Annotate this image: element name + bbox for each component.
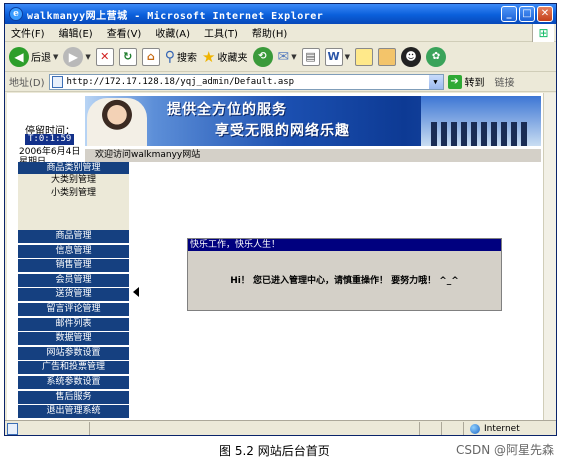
category-panel: 商品类别管理 大类别管理 小类别管理 bbox=[18, 162, 129, 232]
page-content: 停留时间： T:0:1:59 2006年6月4日 星期日 提供全方位的服务 享受… bbox=[7, 93, 543, 420]
admin-menu: 商品管理 信息管理 销售管理 会员管理 送货管理 留言评论管理 邮件列表 数据管… bbox=[18, 230, 129, 420]
ie-logo-icon: e bbox=[9, 7, 23, 21]
word-icon: W bbox=[324, 47, 343, 66]
category-header[interactable]: 商品类别管理 bbox=[18, 162, 129, 174]
window-title: walkmanyy网上营城 - Microsoft Internet Explo… bbox=[27, 10, 324, 22]
print-icon[interactable]: ▤ bbox=[301, 47, 320, 66]
close-button[interactable]: ✕ bbox=[537, 6, 553, 22]
menu-favorites[interactable]: 收藏(A) bbox=[155, 25, 190, 40]
banner-line2: 享受无限的网络乐趣 bbox=[215, 123, 350, 139]
page-icon bbox=[51, 75, 63, 88]
browser-window: e walkmanyy网上营城 - Microsoft Internet Exp… bbox=[4, 3, 557, 436]
clock-value: T:0:1:59 bbox=[25, 134, 75, 145]
refresh-icon[interactable]: ↻ bbox=[118, 47, 137, 66]
chevron-down-icon: ▼ bbox=[344, 52, 351, 61]
menu-item-ads-votes[interactable]: 广告和投票管理 bbox=[18, 361, 129, 375]
menu-bar: 文件(F) 编辑(E) 查看(V) 收藏(A) 工具(T) 帮助(H) ⊞ bbox=[5, 24, 556, 42]
collapse-sidebar-icon[interactable] bbox=[133, 287, 139, 297]
back-label: 后退 bbox=[31, 53, 51, 64]
category-item[interactable]: 小类别管理 bbox=[18, 187, 129, 200]
edit-button[interactable]: W ▼ bbox=[324, 47, 351, 66]
menu-item-delivery[interactable]: 送货管理 bbox=[18, 288, 129, 302]
toolbar: ◀ 后退 ▼ ▶ ▼ ✕ ↻ ⌂ ⚲ 搜索 ★ 收藏夹 ⟲ ✉ ▼ ▤ W ▼ bbox=[5, 42, 556, 72]
search-icon: ⚲ bbox=[164, 48, 176, 65]
chevron-down-icon: ▼ bbox=[85, 52, 91, 61]
back-button[interactable]: ◀ 后退 ▼ bbox=[9, 46, 59, 67]
menu-item-sales[interactable]: 销售管理 bbox=[18, 259, 129, 273]
favorites-button[interactable]: ★ 收藏夹 bbox=[202, 48, 247, 66]
search-label: 搜索 bbox=[177, 53, 198, 64]
menu-item-info[interactable]: 信息管理 bbox=[18, 244, 129, 258]
go-button[interactable]: ➔ 转到 bbox=[447, 74, 485, 89]
forward-arrow-icon: ▶ bbox=[63, 46, 84, 67]
menu-item-site-params[interactable]: 网站参数设置 bbox=[18, 346, 129, 360]
vertical-scrollbar[interactable] bbox=[543, 93, 556, 420]
address-url: http://172.17.128.18/yqj_admin/Default.a… bbox=[66, 76, 295, 87]
banner-person-image bbox=[87, 98, 147, 146]
menu-tools[interactable]: 工具(T) bbox=[204, 25, 238, 40]
minimize-button[interactable]: _ bbox=[501, 6, 517, 22]
menu-edit[interactable]: 编辑(E) bbox=[59, 25, 93, 40]
mail-button[interactable]: ✉ ▼ bbox=[278, 49, 297, 65]
menu-item-system-params[interactable]: 系统参数设置 bbox=[18, 375, 129, 389]
menu-file[interactable]: 文件(F) bbox=[11, 25, 45, 40]
maximize-button[interactable]: □ bbox=[519, 6, 535, 22]
search-button[interactable]: ⚲ 搜索 bbox=[165, 49, 197, 65]
address-bar: 地址(D) http://172.17.128.18/yqj_admin/Def… bbox=[5, 72, 556, 92]
messenger-icon[interactable]: ☻ bbox=[401, 46, 422, 67]
menu-item-logout[interactable]: 退出管理系统 bbox=[18, 405, 129, 419]
chevron-down-icon[interactable]: ▼ bbox=[428, 74, 443, 89]
figure-caption: 图 5.2 网站后台首页 bbox=[219, 444, 330, 458]
back-arrow-icon: ◀ bbox=[9, 46, 29, 67]
menu-item-members[interactable]: 会员管理 bbox=[18, 273, 129, 287]
stop-icon[interactable]: ✕ bbox=[95, 47, 114, 66]
go-arrow-icon: ➔ bbox=[447, 74, 462, 89]
mail-icon: ✉ bbox=[277, 48, 290, 65]
title-bar: e walkmanyy网上营城 - Microsoft Internet Exp… bbox=[5, 4, 556, 24]
message-body: Hi！ 您已进入管理中心，请慎重操作！ 要努力哦！ ^_^ bbox=[230, 276, 459, 286]
research-icon[interactable] bbox=[378, 47, 397, 66]
welcome-message-box: 快乐工作，快乐人生！ Hi！ 您已进入管理中心，请慎重操作！ 要努力哦！ ^_^ bbox=[187, 238, 502, 311]
history-icon[interactable]: ⟲ bbox=[252, 46, 273, 67]
address-input[interactable]: http://172.17.128.18/yqj_admin/Default.a… bbox=[48, 73, 444, 90]
favorites-label: 收藏夹 bbox=[217, 53, 248, 64]
banner-line1: 提供全方位的服务 bbox=[167, 102, 287, 118]
internet-zone-icon bbox=[470, 423, 480, 434]
menu-view[interactable]: 查看(V) bbox=[107, 25, 142, 40]
menu-item-data[interactable]: 数据管理 bbox=[18, 332, 129, 346]
discuss-icon[interactable] bbox=[355, 47, 374, 66]
zone-label: Internet bbox=[484, 423, 520, 434]
welcome-bar: 欢迎访问walkmanyy网站 bbox=[85, 149, 541, 162]
forward-button[interactable]: ▶ ▼ bbox=[63, 46, 91, 67]
go-label: 转到 bbox=[464, 78, 485, 89]
links-button[interactable]: 链接 bbox=[495, 74, 515, 89]
watermark: CSDN @阿星先森 bbox=[455, 443, 554, 457]
menu-item-comments[interactable]: 留言评论管理 bbox=[18, 302, 129, 316]
star-icon: ★ bbox=[202, 47, 216, 66]
message-title: 快乐工作，快乐人生！ bbox=[188, 239, 501, 251]
status-bar: Internet bbox=[5, 420, 556, 436]
menu-item-mailing-list[interactable]: 邮件列表 bbox=[18, 317, 129, 331]
category-item[interactable]: 大类别管理 bbox=[18, 174, 129, 187]
windows-flag-icon: ⊞ bbox=[532, 24, 554, 42]
msn-icon[interactable]: ✿ bbox=[426, 46, 447, 67]
address-label: 地址(D) bbox=[9, 78, 45, 89]
banner-skyline-image bbox=[421, 96, 541, 146]
menu-item-after-sales[interactable]: 售后服务 bbox=[18, 390, 129, 404]
chevron-down-icon: ▼ bbox=[291, 52, 297, 61]
home-icon[interactable]: ⌂ bbox=[141, 47, 160, 66]
page-status-icon bbox=[5, 422, 19, 436]
menu-help[interactable]: 帮助(H) bbox=[252, 25, 287, 40]
site-banner: 提供全方位的服务 享受无限的网络乐趣 bbox=[85, 96, 541, 146]
menu-item-products[interactable]: 商品管理 bbox=[18, 230, 129, 243]
chevron-down-icon: ▼ bbox=[53, 52, 59, 61]
